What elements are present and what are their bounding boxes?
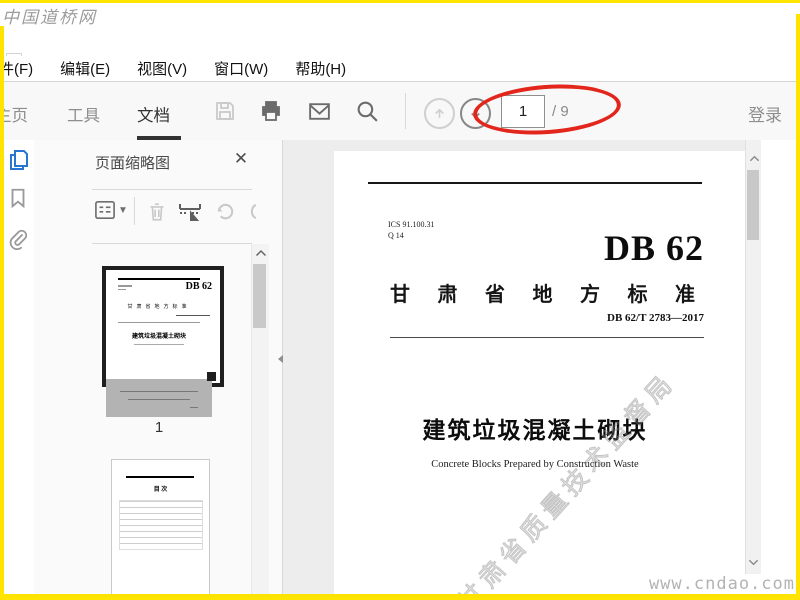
tab-document[interactable]: 文档 bbox=[137, 102, 170, 126]
mini-toc-heading: 目 次 bbox=[153, 487, 168, 493]
standard-number: DB 62/T 2783—2017 bbox=[607, 312, 704, 324]
chevron-up-icon bbox=[255, 249, 266, 257]
menu-item-help[interactable]: 帮助(H) bbox=[295, 58, 346, 79]
tab-home[interactable]: 主页 bbox=[0, 102, 28, 126]
page-number-input[interactable] bbox=[501, 95, 545, 128]
thumbnail-page-1-label[interactable]: 1 bbox=[102, 419, 216, 436]
email-icon bbox=[308, 102, 330, 120]
previous-page-button[interactable] bbox=[424, 98, 455, 129]
toolbar-separator bbox=[405, 93, 406, 129]
save-button[interactable] bbox=[211, 97, 239, 125]
arrow-down-icon bbox=[471, 109, 480, 119]
print-button[interactable] bbox=[257, 97, 285, 125]
caret-down-icon: ▼ bbox=[118, 204, 128, 216]
arrow-up-icon bbox=[435, 108, 444, 118]
tab-tools[interactable]: 工具 bbox=[67, 102, 100, 126]
panel-close-button[interactable]: ✕ bbox=[230, 148, 252, 170]
page-thumbnails-panel: ‹ 页面缩略图 ✕ ▼ DB 62 甘肃省地方标准 建筑垃圾混凝土砌块 1 目 … bbox=[34, 140, 282, 600]
rotate-right-icon bbox=[250, 203, 257, 220]
frame-border-top bbox=[0, 0, 800, 3]
main-area: ‹ 页面缩略图 ✕ ▼ DB 62 甘肃省地方标准 建筑垃圾混凝土砌块 1 目 … bbox=[0, 140, 800, 600]
page-thumbnails-icon bbox=[10, 150, 28, 170]
trash-icon bbox=[150, 203, 164, 221]
thumbnail-page-2[interactable]: 目 次 bbox=[111, 459, 210, 600]
navigation-rail bbox=[0, 140, 34, 600]
frame-border-right bbox=[796, 14, 800, 600]
search-icon bbox=[357, 101, 378, 122]
right-margin bbox=[761, 140, 800, 600]
thumbnail-options-button[interactable]: ▼ bbox=[94, 200, 128, 220]
options-menu-icon bbox=[95, 201, 115, 219]
bookmarks-rail-button[interactable] bbox=[7, 187, 31, 211]
print-icon bbox=[262, 101, 280, 121]
mini-toc-lines bbox=[119, 500, 203, 550]
save-icon bbox=[216, 102, 234, 120]
thumbnail-page-1[interactable]: DB 62 甘肃省地方标准 建筑垃圾混凝土砌块 bbox=[102, 266, 224, 387]
page-thumbnails-rail-button[interactable] bbox=[7, 148, 31, 172]
close-icon: ✕ bbox=[233, 149, 249, 168]
standard-region-title: 甘肃省地方标准 bbox=[390, 284, 723, 306]
page-count-label: / 9 bbox=[552, 103, 569, 120]
document-scrollbar-thumb[interactable] bbox=[747, 170, 759, 240]
panel-divider bbox=[92, 243, 252, 244]
panel-divider bbox=[92, 189, 252, 190]
acrobat-window: 中国道桥网 83-2017建筑垃圾混凝土砌块.pdf - Adobe Acrob… bbox=[0, 0, 800, 600]
menu-bar: 文件(F) 编辑(E) 视图(V) 窗口(W) 帮助(H) bbox=[0, 56, 800, 82]
email-button[interactable] bbox=[305, 97, 333, 125]
split-page-icon bbox=[179, 204, 201, 221]
standard-code: DB 62 bbox=[603, 228, 704, 268]
document-subtitle-en: Concrete Blocks Prepared by Construction… bbox=[431, 459, 639, 470]
bookmark-icon bbox=[11, 188, 25, 209]
panel-scrollbar-thumb[interactable] bbox=[253, 264, 266, 328]
mini-code: DB 62 bbox=[185, 281, 212, 292]
frame-border-bottom bbox=[0, 594, 800, 600]
site-watermark-top: 中国道桥网 bbox=[2, 8, 97, 28]
panel-toolbar-separator bbox=[134, 197, 135, 225]
menu-item-view[interactable]: 视图(V) bbox=[137, 58, 187, 79]
split-page-button[interactable] bbox=[177, 200, 203, 224]
mini-region: 甘肃省地方标准 bbox=[127, 305, 191, 310]
view-box-resize-handle[interactable] bbox=[207, 372, 216, 381]
rotate-left-button[interactable] bbox=[214, 200, 237, 223]
chevron-up-icon bbox=[749, 155, 759, 162]
thumbnail-page-1-footer[interactable] bbox=[106, 379, 212, 417]
paperclip-icon bbox=[9, 229, 28, 250]
ics-code: ICS 91.100.31 Q 14 bbox=[388, 220, 435, 240]
main-toolbar: 主页 工具 文档 1 / 9 登录 bbox=[0, 82, 796, 141]
document-area: ICS 91.100.31 Q 14 DB 62 甘肃省地方标准 DB 62/T… bbox=[283, 140, 800, 600]
frame-border-left bbox=[0, 26, 4, 600]
rotate-left-icon bbox=[217, 203, 234, 220]
menu-item-window[interactable]: 窗口(W) bbox=[214, 58, 268, 79]
chevron-down-icon[interactable] bbox=[748, 558, 759, 567]
titlebar: 83-2017建筑垃圾混凝土砌块.pdf - Adobe Acrobat Pro… bbox=[0, 24, 800, 75]
attachments-rail-button[interactable] bbox=[7, 228, 31, 252]
delete-page-button[interactable] bbox=[146, 200, 168, 223]
thumbnail-page-1-preview: DB 62 甘肃省地方标准 建筑垃圾混凝土砌块 bbox=[106, 270, 220, 383]
mini-title: 建筑垃圾混凝土砌块 bbox=[131, 334, 186, 340]
pdf-page[interactable]: ICS 91.100.31 Q 14 DB 62 甘肃省地方标准 DB 62/T… bbox=[334, 151, 745, 600]
panel-title: 页面缩略图 bbox=[95, 155, 171, 172]
sign-in-link[interactable]: 登录 bbox=[748, 101, 782, 126]
menu-item-file[interactable]: 文件(F) bbox=[0, 58, 33, 79]
next-page-button[interactable] bbox=[460, 98, 491, 129]
menu-item-edit[interactable]: 编辑(E) bbox=[60, 58, 110, 79]
rotate-right-button[interactable] bbox=[246, 200, 258, 223]
site-watermark-bottom: www.cndao.com bbox=[644, 574, 795, 594]
search-button[interactable] bbox=[353, 97, 381, 125]
